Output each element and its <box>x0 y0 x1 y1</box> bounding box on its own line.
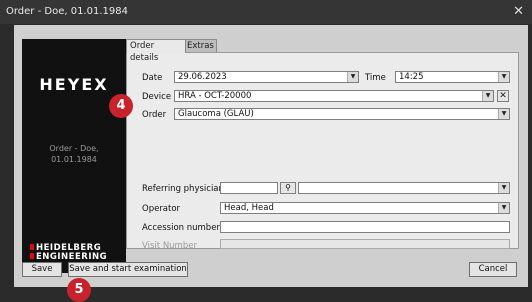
order-info-line1: Order - Doe, <box>49 144 99 153</box>
operator-label: Operator <box>142 204 181 214</box>
date-field[interactable]: 29.06.2023 ▼ <box>174 71 359 83</box>
operator-select[interactable]: Head, Head ▼ <box>220 202 510 214</box>
time-field[interactable]: 14:25 ▼ <box>395 71 510 83</box>
chevron-down-icon[interactable]: ▼ <box>498 109 509 119</box>
clear-device-button[interactable]: ✕ <box>497 90 509 102</box>
referring-physician-label: Referring physician <box>142 184 224 194</box>
logo-panel: HEYEX Order - Doe, 01.01.1984 HEIDELBERG… <box>22 39 126 273</box>
order-value: Glaucoma (GLAU) <box>178 109 254 119</box>
callout-badge-5: 5 <box>67 278 91 302</box>
tab-order-details[interactable]: Order details <box>126 39 186 63</box>
save-and-start-button[interactable]: Save and start examination <box>68 262 188 277</box>
heidelberg-logo: HEIDELBERG ENGINEERING <box>30 244 122 262</box>
order-select[interactable]: Glaucoma (GLAU) ▼ <box>174 108 510 120</box>
logo-bar-icon <box>30 244 34 250</box>
cancel-button[interactable]: Cancel <box>469 262 517 277</box>
device-value: HRA - OCT-20000 <box>178 91 252 101</box>
order-dialog: HEYEX Order - Doe, 01.01.1984 HEIDELBERG… <box>14 25 528 287</box>
time-value: 14:25 <box>399 72 424 82</box>
callout-badge-4: 4 <box>109 94 133 118</box>
logo-bar-icon <box>30 253 34 259</box>
device-label: Device <box>142 92 172 102</box>
chevron-down-icon[interactable]: ▼ <box>347 72 358 82</box>
accession-number-label: Accession number <box>142 223 220 233</box>
chevron-down-icon[interactable]: ▼ <box>498 72 509 82</box>
order-details-panel: Date 29.06.2023 ▼ Time 14:25 ▼ Device HR… <box>126 52 519 251</box>
order-info-line2: 01.01.1984 <box>51 155 97 164</box>
window-title: Order - Doe, 01.01.1984 <box>6 6 128 17</box>
date-label: Date <box>142 73 163 83</box>
device-select[interactable]: HRA - OCT-20000 ▼ <box>174 90 494 102</box>
chevron-down-icon[interactable]: ▼ <box>498 183 509 193</box>
close-icon[interactable]: ✕ <box>513 4 524 19</box>
order-label: Order <box>142 110 167 120</box>
save-button[interactable]: Save <box>22 262 62 277</box>
chevron-down-icon[interactable]: ▼ <box>482 91 493 101</box>
chevron-down-icon[interactable]: ▼ <box>498 203 509 213</box>
accession-number-input[interactable] <box>220 221 510 233</box>
visit-number-input <box>220 239 510 249</box>
date-value: 29.06.2023 <box>178 72 227 82</box>
referring-physician-select[interactable]: ▼ <box>298 182 510 194</box>
referring-physician-input[interactable] <box>220 182 278 194</box>
title-bar: Order - Doe, 01.01.1984 ✕ <box>0 0 532 24</box>
search-icon[interactable]: ⚲ <box>280 182 296 194</box>
order-info: Order - Doe, 01.01.1984 <box>22 143 126 165</box>
visit-number-label: Visit Number <box>142 241 197 251</box>
time-label: Time <box>365 73 386 83</box>
heidelberg-line2: ENGINEERING <box>36 252 108 262</box>
heyex-logo: HEYEX <box>39 75 109 94</box>
tab-extras[interactable]: Extras <box>183 39 217 52</box>
operator-value: Head, Head <box>224 203 274 213</box>
